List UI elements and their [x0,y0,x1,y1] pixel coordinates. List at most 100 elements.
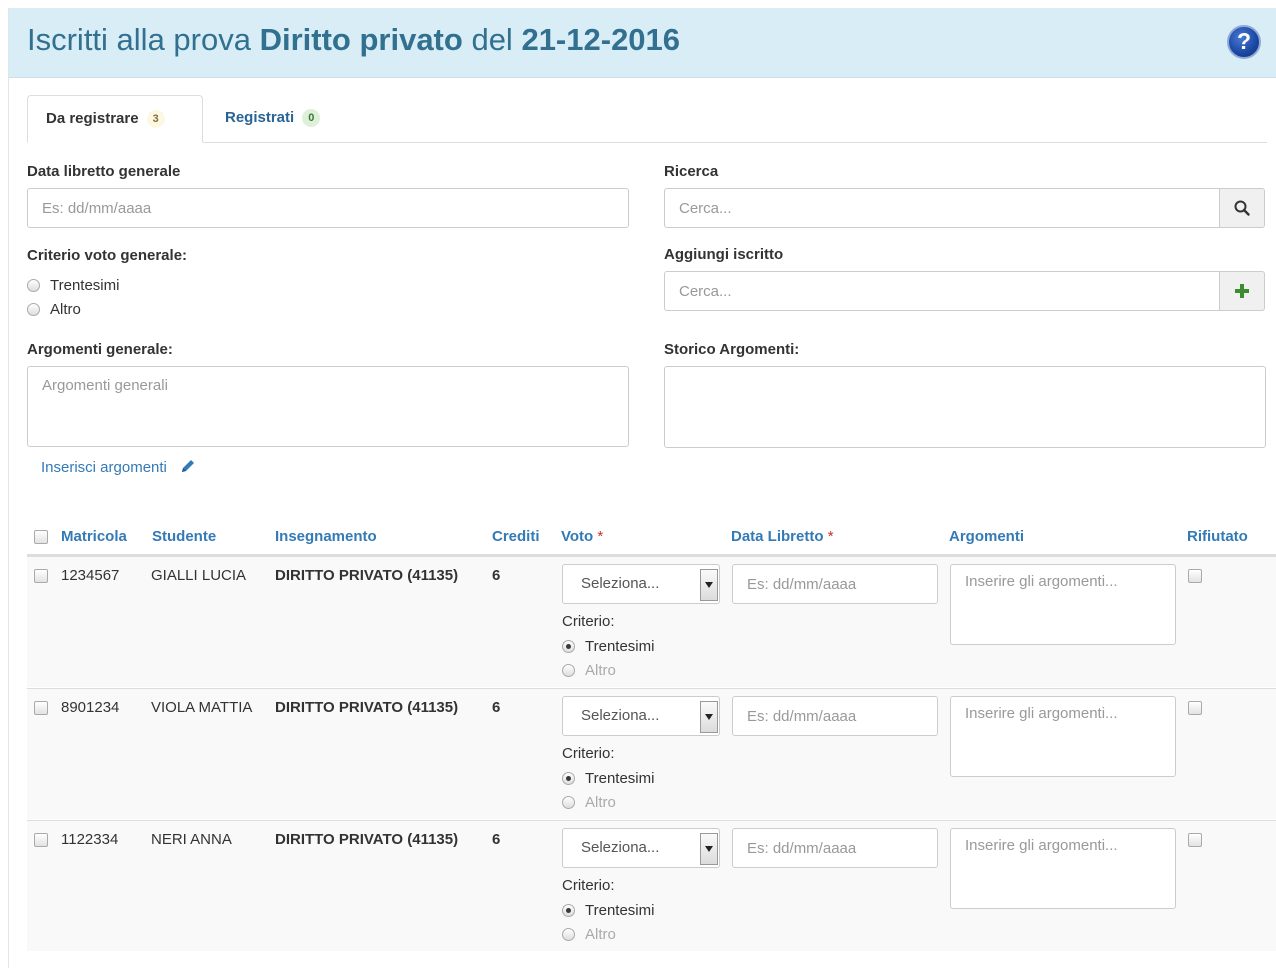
column-header-voto[interactable]: Voto * [561,528,603,545]
cell-studente: NERI ANNA [151,831,232,848]
data-libretto-row-input[interactable] [732,564,938,604]
argomenti-textarea[interactable] [27,366,629,447]
tab-da-registrare[interactable]: Da registrare 3 [27,95,203,143]
table-row: 8901234 VIOLA MATTIA DIRITTO PRIVATO (41… [27,688,1276,819]
criterio-altro-radio[interactable]: Altro [27,301,81,318]
radio-label: Altro [585,662,616,679]
column-header-rifiutato[interactable]: Rifiutato [1187,528,1248,545]
storico-argomenti-textarea[interactable] [664,366,1266,448]
table-row: 1122334 NERI ANNA DIRITTO PRIVATO (41135… [27,820,1276,951]
cell-crediti: 6 [492,567,501,584]
inserisci-argomenti-link[interactable]: Inserisci argomenti [41,457,197,476]
radio-circle-icon [27,303,40,316]
table-row: 1234567 GIALLI LUCIA DIRITTO PRIVATO (41… [27,556,1276,687]
radio-circle-icon [562,928,575,941]
cell-matricola: 1234567 [61,567,120,584]
criterio-label: Criterio voto generale: [27,247,188,264]
voto-select[interactable]: Seleziona... [562,696,720,736]
tab-registrati[interactable]: Registrati 0 [207,95,338,143]
page-title: Iscritti alla prova Diritto privato del … [27,22,680,58]
title-mid: del [471,22,513,57]
row-criterio-altro-radio[interactable]: Altro [562,926,616,943]
ricerca-input[interactable] [664,188,1220,228]
voto-select-value: Seleziona... [581,839,660,856]
radio-circle-icon [562,664,575,677]
criterio-row-label: Criterio: [562,613,615,630]
cell-insegnamento: DIRITTO PRIVATO (41135) [275,699,459,716]
radio-circle-icon [27,279,40,292]
aggiungi-iscritto-input[interactable] [664,271,1220,311]
rifiutato-checkbox[interactable] [1188,833,1202,847]
required-marker: * [597,528,604,545]
tab-count-badge: 3 [146,110,165,128]
data-libretto-input[interactable] [27,188,629,228]
cell-matricola: 1122334 [61,831,119,848]
help-icon[interactable]: ? [1227,25,1261,59]
tab-label: Registrati [225,109,295,126]
row-criterio-trentesimi-radio[interactable]: Trentesimi [562,902,654,919]
rifiutato-checkbox[interactable] [1188,701,1202,715]
voto-select-value: Seleziona... [581,575,660,592]
column-header-crediti[interactable]: Crediti [492,528,540,545]
row-select-checkbox[interactable] [34,569,48,583]
select-all-checkbox[interactable] [34,530,48,544]
row-criterio-trentesimi-radio[interactable]: Trentesimi [562,770,654,787]
data-libretto-row-input[interactable] [732,696,938,736]
ricerca-label: Ricerca [664,163,719,180]
search-icon [1234,200,1250,216]
title-course: Diritto privato [259,22,463,57]
column-header-label: Data Libretto [731,528,824,545]
row-select-checkbox[interactable] [34,833,48,847]
cell-insegnamento: DIRITTO PRIVATO (41135) [275,831,459,848]
tab-count-badge: 0 [302,109,321,127]
column-header-studente[interactable]: Studente [152,528,216,545]
plus-icon [1235,284,1249,298]
column-header-argomenti[interactable]: Argomenti [949,528,1024,545]
radio-label: Trentesimi [50,277,120,294]
column-header-insegnamento[interactable]: Insegnamento [275,528,377,545]
argomenti-row-textarea[interactable] [950,564,1176,645]
storico-argomenti-label: Storico Argomenti: [664,341,800,358]
voto-select[interactable]: Seleziona... [562,828,720,868]
argomenti-row-textarea[interactable] [950,696,1176,777]
add-student-button[interactable] [1219,271,1265,311]
row-select-checkbox[interactable] [34,701,48,715]
cell-crediti: 6 [492,699,501,716]
radio-circle-icon [562,772,575,785]
tab-label: Da registrare [46,110,139,127]
row-criterio-altro-radio[interactable]: Altro [562,662,616,679]
tabs-bar: Da registrare 3 Registrati 0 [27,95,1267,143]
voto-select[interactable]: Seleziona... [562,564,720,604]
title-date: 21-12-2016 [521,22,681,57]
row-criterio-altro-radio[interactable]: Altro [562,794,616,811]
chevron-down-icon [700,701,718,733]
radio-label: Altro [585,794,616,811]
cell-studente: VIOLA MATTIA [151,699,253,716]
cell-crediti: 6 [492,831,501,848]
argomenti-row-textarea[interactable] [950,828,1176,909]
search-button[interactable] [1219,188,1265,228]
criterio-trentesimi-radio[interactable]: Trentesimi [27,277,119,294]
row-criterio-trentesimi-radio[interactable]: Trentesimi [562,638,654,655]
link-label: Inserisci argomenti [41,459,167,476]
rifiutato-checkbox[interactable] [1188,569,1202,583]
radio-label: Altro [50,301,81,318]
page-frame: Iscritti alla prova Diritto privato del … [8,8,1276,968]
data-libretto-row-input[interactable] [732,828,938,868]
radio-label: Trentesimi [585,902,655,919]
radio-label: Altro [585,926,616,943]
radio-circle-icon [562,796,575,809]
column-header-data-libretto[interactable]: Data Libretto * [731,528,834,545]
cell-insegnamento: DIRITTO PRIVATO (41135) [275,567,459,584]
criterio-row-label: Criterio: [562,877,615,894]
column-header-label: Voto [561,528,594,545]
radio-label: Trentesimi [585,770,655,787]
column-header-matricola[interactable]: Matricola [61,528,127,545]
chevron-down-icon [700,569,718,601]
radio-label: Trentesimi [585,638,655,655]
aggiungi-iscritto-label: Aggiungi iscritto [664,246,784,263]
radio-circle-icon [562,904,575,917]
page-header: Iscritti alla prova Diritto privato del … [9,8,1276,78]
cell-matricola: 8901234 [61,699,120,716]
cell-studente: GIALLI LUCIA [151,567,247,584]
